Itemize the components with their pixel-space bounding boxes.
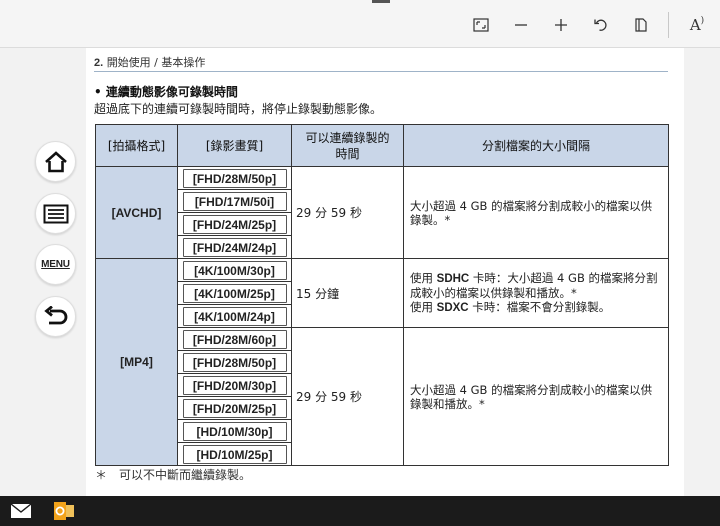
quality-label: [FHD/28M/50p] [182, 168, 287, 188]
quality-cell: [FHD/17M/50i] [177, 189, 292, 213]
toolbar-divider [668, 12, 669, 38]
contents-button[interactable] [35, 193, 76, 234]
header-split: 分割檔案的大小間隔 [403, 124, 669, 167]
quality-label: [HD/10M/25p] [182, 444, 287, 464]
fit-page-icon [473, 18, 489, 32]
quality-cell: [FHD/20M/30p] [177, 373, 292, 397]
home-button[interactable] [35, 141, 76, 182]
outlook-icon [54, 502, 74, 520]
quality-label: [FHD/24M/25p] [182, 214, 287, 234]
page-view-icon [635, 18, 647, 32]
menu-button[interactable]: MENU [35, 244, 76, 285]
rotate-button[interactable] [590, 14, 612, 36]
mail-icon [10, 503, 32, 518]
footnote: ＊ 可以不中斷而繼續錄製。 [95, 468, 252, 482]
mail-app-button[interactable] [9, 500, 33, 522]
read-aloud-button[interactable]: A) [684, 14, 710, 36]
window-drag-handle[interactable] [372, 0, 390, 3]
header-quality: [錄影畫質] [177, 124, 292, 167]
home-icon [44, 150, 67, 172]
quality-cell: [4K/100M/25p] [177, 281, 292, 305]
zoom-out-button[interactable] [510, 14, 532, 36]
split-text: 使用 [410, 300, 437, 314]
quality-label: [4K/100M/25p] [182, 283, 287, 303]
quality-cell: [FHD/20M/25p] [177, 396, 292, 420]
quality-label: [FHD/28M/50p] [182, 352, 287, 372]
table-row: [FHD/28M/60p] 29 分 59 秒 大小超過 4 GB 的檔案將分割… [96, 327, 669, 466]
header-time-line2: 時間 [335, 146, 360, 161]
manual-page: 2. 開始使用 / 基本操作 • 連續動態影像可錄製時間 超過底下的連續可錄製時… [86, 48, 684, 496]
quality-cell: [4K/100M/24p] [177, 304, 292, 328]
split-cell: 大小超過 4 GB 的檔案將分割成較小的檔案以供錄製。* [403, 166, 669, 259]
quality-label: [4K/100M/30p] [182, 260, 287, 280]
read-aloud-icon: A) [689, 16, 705, 34]
quality-cell: [FHD/28M/50p] [177, 166, 292, 190]
table-header-row: [拍攝格式] [錄影畫質] 可以連續錄製的 時間 分割檔案的大小間隔 [95, 124, 669, 167]
quality-cell: [FHD/28M/60p] [177, 327, 292, 351]
time-cell: 29 分 59 秒 [291, 166, 404, 259]
quality-label: [4K/100M/24p] [182, 306, 287, 326]
split-text: 使用 [410, 271, 437, 285]
return-arrow-icon [43, 305, 67, 324]
fit-page-button[interactable] [470, 14, 492, 36]
table-row: [AVCHD] [FHD/28M/50p] 29 分 59 秒 大小超過 4 G… [95, 166, 669, 259]
back-button[interactable] [35, 296, 76, 337]
quality-cell: [4K/100M/30p] [177, 258, 292, 282]
chapter-header: 2. 開始使用 / 基本操作 [94, 54, 668, 72]
quality-cell: [HD/10M/25p] [177, 442, 292, 466]
quality-cell: [FHD/24M/25p] [177, 212, 292, 236]
recording-time-table: [拍攝格式] [錄影畫質] 可以連續錄製的 時間 分割檔案的大小間隔 [AVCH… [95, 124, 669, 466]
quality-cell: [FHD/24M/24p] [177, 235, 292, 259]
reader-toolbar: A) [0, 0, 720, 48]
table-row: [MP4] [4K/100M/30p] 15 分鐘 使用 SDHC 卡時：大小超… [95, 258, 669, 466]
quality-label: [HD/10M/30p] [182, 421, 287, 441]
section-description: 超過底下的連續可錄製時間時，將停止錄製動態影像。 [94, 102, 383, 116]
quality-label: [FHD/17M/50i] [182, 191, 287, 211]
split-text: 卡時：檔案不會分割錄製。 [468, 300, 611, 314]
split-cell: 大小超過 4 GB 的檔案將分割成較小的檔案以供錄製和播放。* [403, 327, 669, 466]
quality-label: [FHD/20M/30p] [182, 375, 287, 395]
header-time-line1: 可以連續錄製的 [305, 130, 390, 145]
header-format: [拍攝格式] [95, 124, 178, 167]
taskbar [0, 496, 720, 526]
sdhc-label: SDHC [436, 273, 470, 285]
list-icon [43, 204, 68, 223]
rotate-icon [594, 19, 607, 31]
zoom-in-icon [555, 19, 567, 31]
outlook-app-button[interactable] [52, 500, 76, 522]
menu-label: MENU [41, 259, 70, 270]
format-cell: [AVCHD] [95, 166, 178, 259]
quality-label: [FHD/20M/25p] [182, 398, 287, 418]
chapter-title: 開始使用 / 基本操作 [106, 56, 206, 69]
split-cell: 使用 SDHC 卡時：大小超過 4 GB 的檔案將分割成較小的檔案以供錄製和播放… [403, 258, 669, 328]
format-cell: [MP4] [95, 258, 178, 466]
header-time: 可以連續錄製的 時間 [291, 124, 404, 167]
quality-cell: [FHD/28M/50p] [177, 350, 292, 374]
zoom-out-icon [515, 24, 527, 26]
quality-label: [FHD/28M/60p] [182, 329, 287, 349]
section-title: • 連續動態影像可錄製時間 [94, 85, 238, 99]
chapter-number: 2. [94, 57, 104, 69]
time-cell: 15 分鐘 [291, 258, 404, 328]
page-view-button[interactable] [630, 14, 652, 36]
sdxc-label: SDXC [436, 302, 469, 314]
time-cell: 29 分 59 秒 [291, 327, 404, 466]
quality-cell: [HD/10M/30p] [177, 419, 292, 443]
zoom-in-button[interactable] [550, 14, 572, 36]
quality-label: [FHD/24M/24p] [182, 237, 287, 257]
